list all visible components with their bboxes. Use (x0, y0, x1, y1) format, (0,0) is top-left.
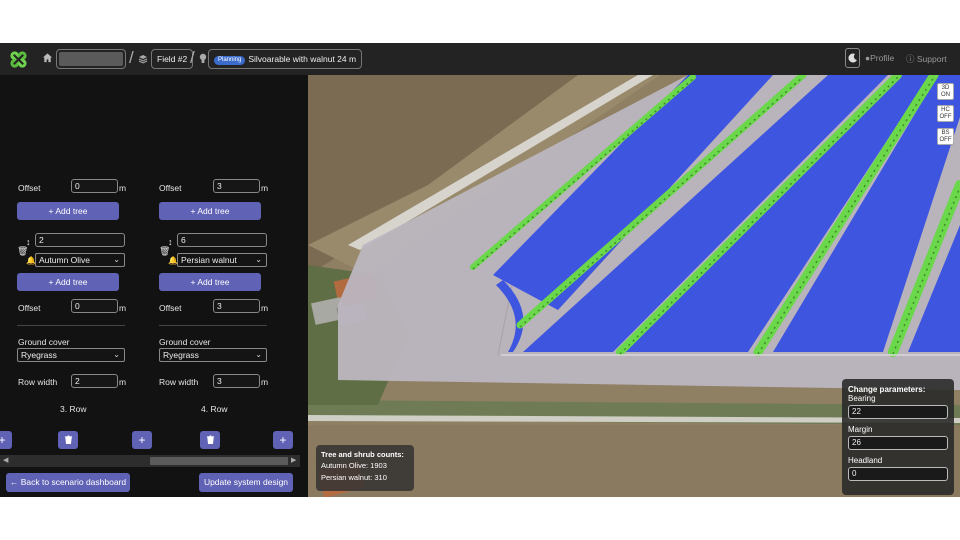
offset-label: Offset (18, 183, 41, 193)
profile-label: Profile (870, 53, 895, 63)
tree-count-input[interactable]: 2 (35, 233, 125, 247)
row-title: 4. Row (201, 404, 228, 414)
ground-cover-label: Ground cover (159, 337, 211, 347)
headland-input[interactable]: 0 (848, 467, 948, 481)
breadcrumb-separator: / (190, 48, 195, 67)
status-badge: Planning (214, 56, 246, 65)
breadcrumb-separator: / (129, 48, 134, 67)
moon-icon (848, 53, 857, 63)
delete-row-button[interactable] (58, 431, 78, 449)
add-tree-button[interactable]: + Add tree (159, 202, 261, 220)
add-tree-button[interactable]: + Add tree (159, 273, 261, 291)
add-tree-button[interactable]: + Add tree (17, 273, 119, 291)
bulb-icon (199, 53, 207, 63)
row-width-input[interactable]: 2 (71, 374, 118, 388)
offset-label: Offset (18, 303, 41, 313)
app-logo-icon[interactable] (9, 50, 28, 69)
params-title: Change parameters: (848, 385, 926, 394)
row-width-label: Row width (18, 377, 58, 387)
row-title: 3. Row (60, 404, 87, 414)
unit-label: m (261, 183, 269, 193)
layers-icon (138, 55, 148, 64)
farm-name-field[interactable] (56, 49, 126, 69)
row-width-label: Row width (159, 377, 199, 387)
ground-cover-select[interactable]: Ryegrass ⌄ (17, 348, 125, 362)
row-editor-panel: Offset 0 m + Add tree ↕ 🗑 2 🔔 Autumn Oli… (0, 75, 308, 497)
add-tree-button[interactable]: + Add tree (17, 202, 119, 220)
offset-input[interactable]: 3 (213, 299, 260, 313)
offset-input[interactable]: 0 (71, 299, 118, 313)
scroll-right-arrow[interactable]: ▶ (291, 456, 296, 464)
home-icon[interactable] (42, 52, 53, 63)
unit-label: m (119, 183, 127, 193)
species-select[interactable]: Autumn Olive ⌄ (35, 253, 125, 267)
profile-link[interactable]: ●Profile (865, 53, 894, 63)
breadcrumb-field[interactable]: Field #2 (151, 49, 194, 69)
bearing-label: Bearing (848, 394, 876, 403)
info-icon: ⓘ (906, 54, 915, 64)
delete-row-button[interactable] (200, 431, 220, 449)
divider (17, 325, 125, 326)
ground-cover-select[interactable]: Ryegrass ⌄ (159, 348, 267, 362)
chevron-down-icon: ⌄ (113, 255, 120, 264)
map-view[interactable]: 3D ON HC OFF BS OFF Tree and shrub counts: … (308, 75, 960, 497)
species-select[interactable]: Persian walnut ⌄ (177, 253, 267, 267)
offset-input[interactable]: 3 (213, 179, 260, 193)
divider (159, 325, 267, 326)
chevron-down-icon: ⌄ (255, 350, 262, 359)
row-width-input[interactable]: 3 (213, 374, 260, 388)
toggle-3d-button[interactable]: 3D ON (937, 83, 954, 100)
app-window: / Field #2 / Planning Silvoarable with wa… (0, 43, 960, 497)
bearing-input[interactable]: 22 (848, 405, 948, 419)
margin-label: Margin (848, 425, 873, 434)
top-bar: / Field #2 / Planning Silvoarable with wa… (0, 43, 960, 75)
counts-title: Tree and shrub counts: (321, 450, 404, 459)
unit-label: m (119, 377, 127, 387)
count-line: Autumn Olive: 1903 (321, 461, 387, 470)
chevron-down-icon: ⌄ (113, 350, 120, 359)
margin-input[interactable]: 26 (848, 436, 948, 450)
tree-count-input[interactable]: 6 (177, 233, 267, 247)
breadcrumb-scenario[interactable]: Planning Silvoarable with walnut 24 m (208, 49, 363, 69)
change-parameters-panel: Change parameters: Bearing 22 Margin 26 … (842, 379, 954, 495)
offset-input[interactable]: 0 (71, 179, 118, 193)
support-link[interactable]: ⓘ Support (906, 53, 947, 65)
unit-label: m (261, 303, 269, 313)
back-to-dashboard-button[interactable]: ← Back to scenario dashboard (6, 473, 130, 492)
scrollbar-thumb[interactable] (150, 457, 288, 465)
update-system-design-button[interactable]: Update system design (199, 473, 293, 492)
toggle-bs-button[interactable]: BS OFF (937, 128, 954, 145)
add-row-button[interactable]: + (132, 431, 152, 449)
scroll-left-arrow[interactable]: ◀ (3, 456, 8, 464)
trash-icon (64, 435, 72, 444)
count-line: Persian walnut: 310 (321, 473, 387, 482)
scenario-name: Silvoarable with walnut 24 m (248, 54, 357, 64)
support-label: Support (916, 54, 947, 64)
horizontal-scrollbar[interactable]: ◀ ▶ (0, 455, 300, 467)
unit-label: m (261, 377, 269, 387)
add-row-button[interactable]: + (273, 431, 293, 449)
offset-label: Offset (159, 183, 182, 193)
toggle-hc-button[interactable]: HC OFF (937, 105, 954, 122)
redacted-block (59, 52, 123, 66)
ground-cover-label: Ground cover (18, 337, 70, 347)
theme-toggle-button[interactable] (845, 48, 860, 68)
trash-icon (206, 435, 214, 444)
chevron-down-icon: ⌄ (255, 255, 262, 264)
unit-label: m (119, 303, 127, 313)
headland-label: Headland (848, 456, 883, 465)
tree-count-overlay: Tree and shrub counts: Autumn Olive: 190… (316, 445, 414, 491)
offset-label: Offset (159, 303, 182, 313)
add-row-button[interactable]: + (0, 431, 12, 449)
